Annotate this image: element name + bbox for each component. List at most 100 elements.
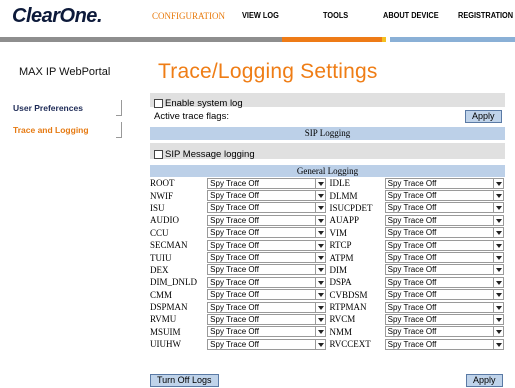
chevron-down-icon	[315, 327, 326, 337]
module-name: UIUHW	[150, 338, 208, 351]
turn-off-logs-button[interactable]: Turn Off Logs	[150, 374, 219, 387]
nav-configuration[interactable]: CONFIGURATION	[152, 11, 225, 21]
apply-button[interactable]: Apply	[466, 374, 503, 387]
chevron-down-icon	[315, 253, 326, 263]
trace-level-value: Spy Trace Off	[387, 203, 437, 213]
chevron-down-icon	[315, 339, 326, 349]
trace-level-select[interactable]: Spy Trace Off	[207, 239, 327, 251]
chevron-down-icon	[492, 253, 503, 263]
trace-level-select[interactable]: Spy Trace Off	[207, 177, 327, 189]
chevron-down-icon	[492, 265, 503, 275]
nav-divider-bar	[0, 37, 515, 42]
trace-level-select[interactable]: Spy Trace Off	[207, 338, 327, 350]
module-name: AUDIO	[150, 214, 208, 227]
sidebar-item-user-preferences[interactable]: User Preferences	[13, 103, 83, 113]
chevron-down-icon	[492, 339, 503, 349]
trace-level-select[interactable]: Spy Trace Off	[384, 239, 504, 251]
module-name: DSPMAN	[150, 300, 208, 314]
chevron-down-icon	[315, 314, 326, 324]
module-name: RTPMAN	[327, 300, 385, 314]
trace-level-select[interactable]: Spy Trace Off	[384, 276, 504, 288]
trace-level-select[interactable]: Spy Trace Off	[207, 190, 327, 202]
chevron-down-icon	[492, 277, 503, 287]
trace-level-select[interactable]: Spy Trace Off	[207, 252, 327, 264]
chevron-down-icon	[315, 191, 326, 201]
trace-level-value: Spy Trace Off	[210, 191, 259, 201]
sip-message-logging-label: SIP Message logging	[165, 149, 255, 161]
table-row: DSPMAN Spy Trace Off RTPMAN Spy Trace Off	[150, 300, 505, 314]
trace-level-select[interactable]: Spy Trace Off	[384, 289, 504, 301]
trace-level-value: Spy Trace Off	[387, 302, 437, 312]
module-name: RVMU	[150, 313, 208, 326]
trace-level-select[interactable]: Spy Trace Off	[207, 313, 327, 325]
nav-registration[interactable]: REGISTRATION	[458, 11, 513, 20]
trace-level-select[interactable]: Spy Trace Off	[384, 252, 504, 264]
trace-level-select[interactable]: Spy Trace Off	[384, 190, 504, 202]
trace-level-value: Spy Trace Off	[387, 265, 437, 275]
module-name: RVCCEXT	[327, 338, 385, 351]
chevron-down-icon	[315, 215, 326, 225]
trace-level-value: Spy Trace Off	[210, 228, 259, 238]
trace-level-select[interactable]: Spy Trace Off	[207, 227, 327, 239]
module-name: CMM	[150, 288, 208, 301]
module-name: ATPM	[327, 251, 385, 264]
trace-level-value: Spy Trace Off	[210, 302, 259, 312]
trace-level-select[interactable]: Spy Trace Off	[384, 202, 504, 214]
table-row: RVMU Spy Trace Off RVCM Spy Trace Off	[150, 313, 505, 326]
apply-button[interactable]: Apply	[465, 110, 502, 123]
trace-level-value: Spy Trace Off	[387, 191, 437, 201]
nav-view-log[interactable]: VIEW LOG	[242, 11, 279, 20]
trace-level-value: Spy Trace Off	[387, 178, 437, 188]
enable-system-log-checkbox[interactable]	[154, 99, 163, 109]
module-name: CCU	[150, 226, 208, 239]
trace-level-select[interactable]: Spy Trace Off	[384, 227, 504, 239]
table-row: SECMAN Spy Trace Off RTCP Spy Trace Off	[150, 238, 505, 252]
trace-level-select[interactable]: Spy Trace Off	[207, 202, 327, 214]
trace-level-value: Spy Trace Off	[387, 339, 437, 349]
module-name: DSPA	[327, 276, 385, 289]
trace-level-select[interactable]: Spy Trace Off	[207, 326, 327, 338]
module-name: DEX	[150, 263, 208, 277]
trace-level-value: Spy Trace Off	[387, 253, 437, 263]
trace-level-select[interactable]: Spy Trace Off	[384, 264, 504, 276]
module-name: IDLE	[327, 177, 385, 190]
trace-level-select[interactable]: Spy Trace Off	[207, 276, 327, 288]
trace-level-select[interactable]: Spy Trace Off	[384, 326, 504, 338]
page-title: Trace/Logging Settings	[158, 60, 378, 83]
nav-tools[interactable]: TOOLS	[323, 11, 348, 20]
trace-level-value: Spy Trace Off	[210, 314, 259, 324]
enable-system-log-label: Enable system log	[165, 98, 243, 110]
module-name: ISU	[150, 201, 208, 215]
sip-message-logging-checkbox[interactable]	[154, 150, 163, 160]
chevron-down-icon	[492, 314, 503, 324]
trace-level-value: Spy Trace Off	[387, 327, 437, 337]
sidebar-item-trace-and-logging[interactable]: Trace and Logging	[13, 125, 89, 135]
trace-level-select[interactable]: Spy Trace Off	[207, 301, 327, 313]
module-name: DLMM	[327, 189, 385, 202]
nav-about-device[interactable]: ABOUT DEVICE	[383, 11, 439, 20]
module-name: DIM_DNLD	[150, 276, 208, 289]
trace-level-select[interactable]: Spy Trace Off	[207, 264, 327, 276]
table-row: NWIF Spy Trace Off DLMM Spy Trace Off	[150, 189, 505, 202]
table-row: DIM_DNLD Spy Trace Off DSPA Spy Trace Off	[150, 276, 505, 289]
trace-level-value: Spy Trace Off	[387, 228, 437, 238]
trace-level-select[interactable]: Spy Trace Off	[384, 338, 504, 350]
chevron-down-icon	[315, 290, 326, 300]
module-name: VIM	[327, 226, 385, 239]
trace-level-select[interactable]: Spy Trace Off	[207, 214, 327, 226]
module-name: ISUCPDET	[327, 201, 385, 215]
trace-level-select[interactable]: Spy Trace Off	[384, 313, 504, 325]
trace-level-value: Spy Trace Off	[210, 240, 259, 250]
chevron-down-icon	[492, 327, 503, 337]
table-row: UIUHW Spy Trace Off RVCCEXT Spy Trace Off	[150, 338, 505, 351]
trace-level-select[interactable]: Spy Trace Off	[207, 289, 327, 301]
trace-level-value: Spy Trace Off	[387, 240, 437, 250]
trace-level-value: Spy Trace Off	[210, 203, 259, 213]
trace-level-select[interactable]: Spy Trace Off	[384, 177, 504, 189]
chevron-down-icon	[492, 203, 503, 213]
trace-level-select[interactable]: Spy Trace Off	[384, 301, 504, 313]
product-name: MAX IP WebPortal	[19, 66, 111, 78]
chevron-down-icon	[492, 240, 503, 250]
module-name: MSUIM	[150, 325, 208, 339]
trace-level-select[interactable]: Spy Trace Off	[384, 214, 504, 226]
